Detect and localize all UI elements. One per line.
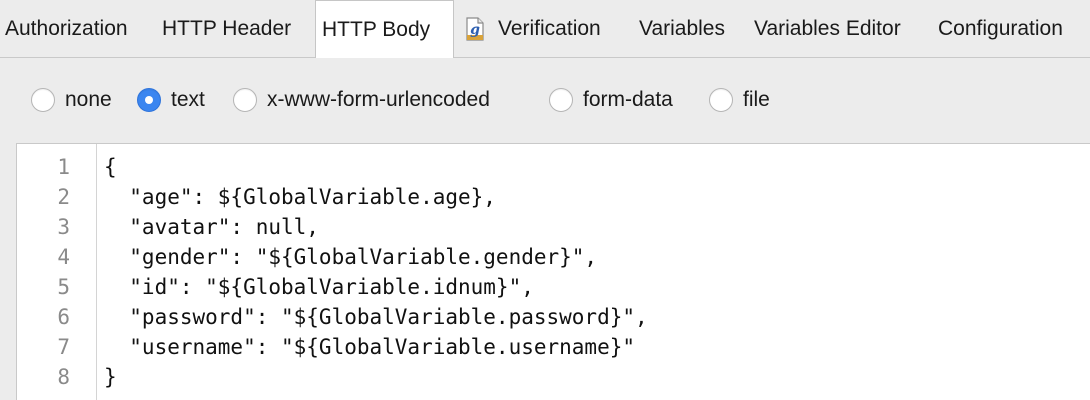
body-text-editor[interactable]: 1 2 3 4 5 6 7 8 { "age": ${GlobalVariabl…: [16, 143, 1090, 400]
code-line[interactable]: {: [104, 152, 117, 182]
tab-http-header[interactable]: HTTP Header: [162, 0, 291, 58]
tab-label: HTTP Header: [162, 17, 292, 40]
code-line[interactable]: "password": "${GlobalVariable.password}"…: [104, 302, 647, 332]
groovy-file-icon: g: [466, 17, 484, 41]
radio-text[interactable]: text: [137, 88, 205, 112]
tab-label: Configuration: [938, 17, 1063, 40]
http-body-panel: Authorization HTTP Header HTTP Body g Ve…: [0, 0, 1090, 400]
line-number: 5: [57, 275, 70, 299]
line-number: 6: [57, 305, 70, 329]
tab-verification[interactable]: g Verification: [466, 0, 601, 58]
radio-label: none: [65, 88, 112, 111]
tab-http-body[interactable]: HTTP Body: [315, 0, 454, 58]
svg-text:g: g: [470, 22, 480, 38]
line-number: 3: [57, 215, 70, 239]
code-line[interactable]: "gender": "${GlobalVariable.gender}",: [104, 242, 597, 272]
code-line[interactable]: "username": "${GlobalVariable.username}": [104, 332, 635, 362]
radio-button[interactable]: [31, 88, 55, 112]
tab-variables[interactable]: Variables: [639, 0, 725, 58]
line-number-gutter: 1 2 3 4 5 6 7 8: [17, 144, 97, 400]
radio-button[interactable]: [233, 88, 257, 112]
request-tab-bar: Authorization HTTP Header HTTP Body g Ve…: [0, 0, 1090, 58]
line-number: 2: [57, 185, 70, 209]
line-number: 4: [57, 245, 70, 269]
tab-label: HTTP Body: [322, 17, 431, 41]
radio-button[interactable]: [549, 88, 573, 112]
code-line[interactable]: "avatar": null,: [104, 212, 319, 242]
tab-variables-editor[interactable]: Variables Editor: [754, 0, 901, 58]
radio-label: x-www-form-urlencoded: [267, 88, 490, 111]
radio-x-www-form-urlencoded[interactable]: x-www-form-urlencoded: [233, 88, 490, 112]
tab-label: Variables: [639, 17, 725, 40]
tab-authorization[interactable]: Authorization: [5, 0, 128, 58]
radio-button[interactable]: [709, 88, 733, 112]
tab-label: Verification: [498, 17, 601, 40]
tab-label: Variables Editor: [754, 17, 901, 40]
tab-configuration[interactable]: Configuration: [938, 0, 1063, 58]
line-number: 7: [57, 335, 70, 359]
radio-form-data[interactable]: form-data: [549, 88, 673, 112]
radio-button-selected[interactable]: [137, 88, 161, 112]
radio-label: text: [171, 88, 205, 111]
line-number: 8: [57, 365, 70, 389]
radio-file[interactable]: file: [709, 88, 770, 112]
code-line[interactable]: "age": ${GlobalVariable.age},: [104, 182, 496, 212]
tab-label: Authorization: [5, 17, 128, 40]
line-number: 1: [57, 155, 70, 179]
radio-label: file: [743, 88, 770, 111]
radio-none[interactable]: none: [31, 88, 112, 112]
body-type-radio-group: none text x-www-form-urlencoded form-dat…: [0, 58, 1090, 144]
radio-label: form-data: [583, 88, 673, 111]
code-line[interactable]: }: [104, 362, 117, 392]
code-line[interactable]: "id": "${GlobalVariable.idnum}",: [104, 272, 534, 302]
